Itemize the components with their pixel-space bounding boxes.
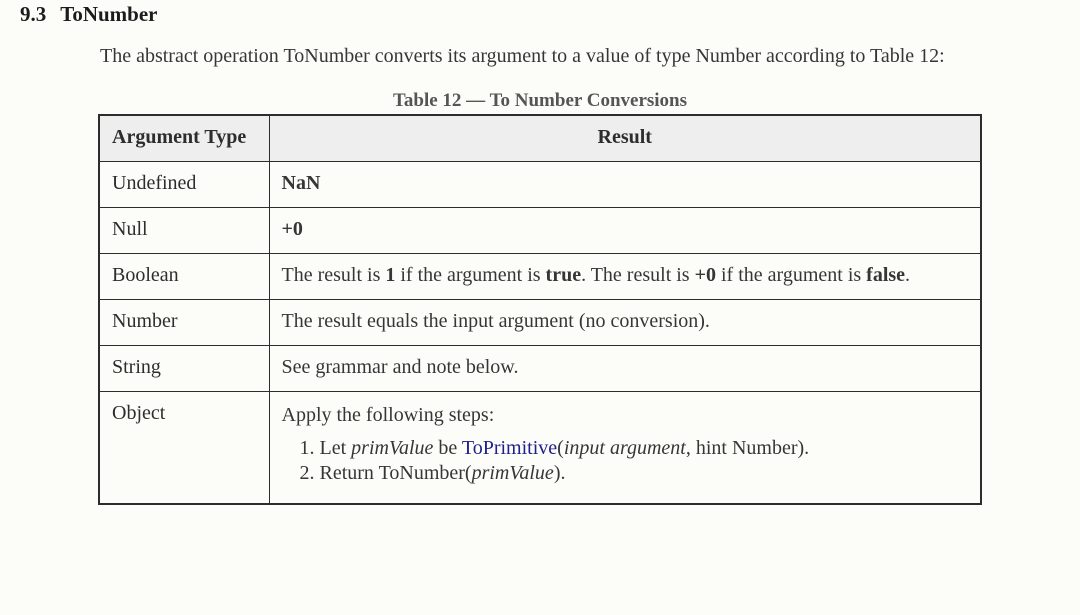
- cell-result: Apply the following steps: Let primValue…: [269, 392, 981, 505]
- col-result: Result: [269, 115, 981, 162]
- object-steps-list: Let primValue be ToPrimitive(input argum…: [320, 437, 969, 485]
- cell-type: Null: [99, 208, 269, 254]
- table-row: Boolean The result is 1 if the argument …: [99, 254, 981, 300]
- section-title: ToNumber: [60, 2, 157, 26]
- table-row: Number The result equals the input argum…: [99, 300, 981, 346]
- cell-result: The result equals the input argument (no…: [269, 300, 981, 346]
- table-row: String See grammar and note below.: [99, 346, 981, 392]
- toprimitive-link[interactable]: ToPrimitive: [462, 437, 557, 459]
- conversion-table: Argument Type Result Undefined NaN Null …: [98, 114, 982, 505]
- cell-result: +0: [269, 208, 981, 254]
- page: 9.3 ToNumber The abstract operation ToNum…: [0, 0, 1080, 525]
- cell-type: Boolean: [99, 254, 269, 300]
- list-item: Return ToNumber(primValue).: [320, 462, 969, 485]
- table-row: Undefined NaN: [99, 162, 981, 208]
- table-header-row: Argument Type Result: [99, 115, 981, 162]
- cell-type: Undefined: [99, 162, 269, 208]
- cell-result: NaN: [269, 162, 981, 208]
- section-heading: 9.3 ToNumber: [20, 2, 1060, 27]
- section-number: 9.3: [20, 2, 46, 27]
- list-item: Let primValue be ToPrimitive(input argum…: [320, 437, 969, 460]
- cell-type: String: [99, 346, 269, 392]
- section-intro: The abstract operation ToNumber converts…: [100, 45, 1060, 68]
- cell-result: See grammar and note below.: [269, 346, 981, 392]
- table-caption: Table 12 — To Number Conversions: [20, 90, 1060, 112]
- table-row: Object Apply the following steps: Let pr…: [99, 392, 981, 505]
- object-steps-intro: Apply the following steps:: [282, 404, 969, 427]
- col-argument-type: Argument Type: [99, 115, 269, 162]
- cell-result: The result is 1 if the argument is true.…: [269, 254, 981, 300]
- table-row: Null +0: [99, 208, 981, 254]
- cell-type: Object: [99, 392, 269, 505]
- cell-type: Number: [99, 300, 269, 346]
